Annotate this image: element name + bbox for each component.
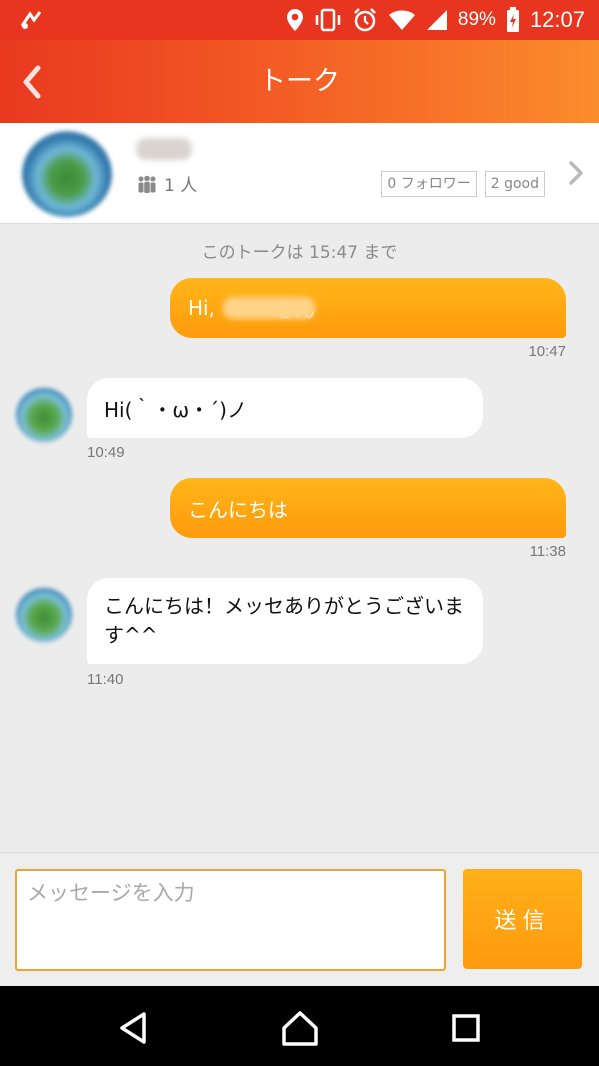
battery-charging-icon — [506, 7, 519, 32]
redacted-name — [222, 297, 315, 319]
vibrate-icon — [315, 8, 341, 32]
status-time: 12:07 — [529, 7, 585, 32]
message-text: こんにちは — [188, 497, 288, 522]
home-icon[interactable] — [280, 1008, 320, 1048]
member-count: 1 人 — [136, 171, 197, 196]
message-time: 10:47 — [528, 343, 566, 360]
people-icon — [138, 175, 156, 193]
recent-apps-icon[interactable] — [446, 1008, 486, 1048]
message-text: Hi(｀・ω・´)ノ — [104, 397, 247, 422]
sent-message[interactable]: こんにちは — [170, 478, 566, 538]
signal-icon — [426, 10, 447, 30]
message-composer: 送信 — [0, 852, 599, 987]
received-message[interactable]: Hi(｀・ω・´)ノ — [87, 378, 483, 438]
talk-expiry-notice: このトークは 15:47 まで — [201, 243, 398, 263]
back-triangle-icon[interactable] — [114, 1008, 154, 1048]
message-time: 10:49 — [87, 444, 125, 461]
member-count-label: 1 人 — [164, 176, 198, 196]
followers-badge: 0 フォロワー — [381, 171, 477, 197]
good-badge: 2 good — [484, 171, 545, 197]
avatar[interactable] — [22, 131, 112, 217]
wifi-icon — [388, 10, 415, 30]
alarm-icon — [354, 8, 376, 32]
location-icon — [286, 9, 303, 31]
page-title: トーク — [259, 66, 340, 97]
send-button[interactable]: 送信 — [463, 869, 582, 969]
sent-message[interactable]: Hi, さん — [170, 278, 566, 338]
status-bar: 89% 12:07 — [0, 0, 599, 40]
avatar[interactable] — [16, 588, 72, 642]
avatar[interactable] — [16, 388, 72, 442]
received-message[interactable]: こんにちは！メッセありがとうございます^^ — [87, 578, 483, 664]
message-time: 11:38 — [529, 543, 566, 560]
battery-percent: 89% — [457, 9, 496, 30]
profile-header[interactable]: 1 人 0 フォロワー 2 good — [0, 123, 599, 224]
message-text: こんにちは！メッセありがとうございます^^ — [104, 594, 464, 647]
app-bar: トーク — [0, 40, 599, 123]
chevron-right-icon[interactable] — [565, 159, 587, 187]
system-nav-bar — [0, 986, 599, 1066]
message-time: 11:40 — [87, 671, 124, 688]
app-notification-icon — [20, 11, 42, 29]
message-text: Hi, — [188, 296, 215, 320]
message-input[interactable] — [15, 869, 446, 971]
profile-name-redacted — [136, 138, 192, 160]
